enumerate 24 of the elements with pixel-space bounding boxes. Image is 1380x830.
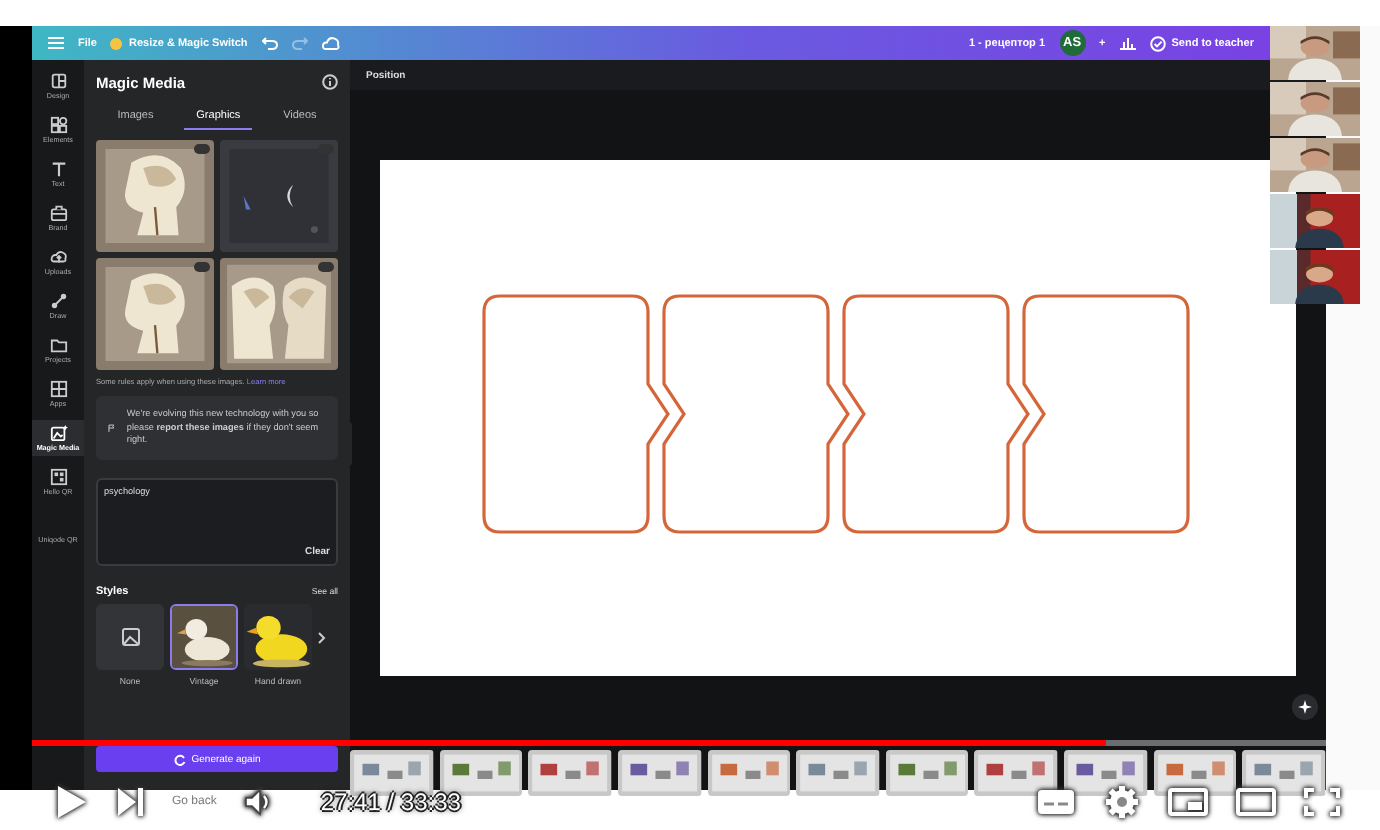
sparkle-icon <box>1298 700 1312 714</box>
text-tool-icon <box>49 160 67 178</box>
crown-badge-icon <box>110 37 123 49</box>
info-icon[interactable] <box>322 74 338 90</box>
bar-chart-icon[interactable] <box>1119 36 1136 50</box>
layout-icon <box>49 72 67 90</box>
sparkle-image-icon <box>49 424 67 442</box>
chevron-right-icon[interactable] <box>318 631 326 644</box>
refresh-icon <box>173 753 186 765</box>
qr-code-icon <box>49 468 67 486</box>
draw-nodes-icon <box>49 292 67 310</box>
folder-icon <box>49 336 67 354</box>
flag-icon <box>108 419 115 436</box>
grid-icon <box>49 380 67 398</box>
cloud-upload-icon <box>49 248 67 266</box>
check-circle-icon <box>1149 35 1166 51</box>
time-display: 27:41 / 33:33 <box>320 787 461 815</box>
undo-button[interactable] <box>261 36 278 50</box>
magic-button[interactable] <box>1292 694 1318 720</box>
cloud-sync-icon[interactable] <box>321 36 340 50</box>
shapes-icon <box>49 116 67 134</box>
volume-icon[interactable] <box>244 787 273 815</box>
image-icon <box>121 627 139 646</box>
briefcase-icon <box>49 204 67 222</box>
